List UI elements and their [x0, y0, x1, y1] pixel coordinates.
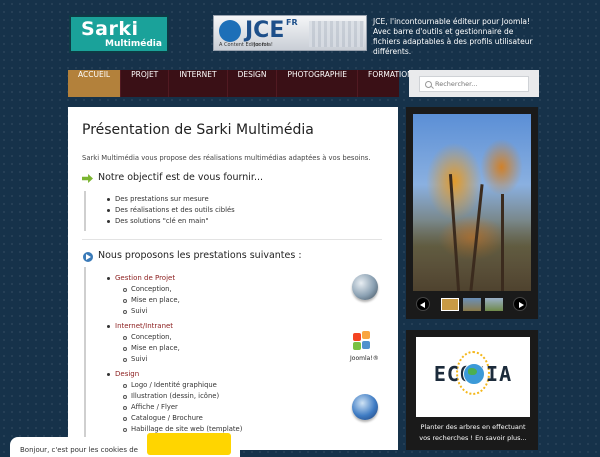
green-arrow-icon	[82, 174, 93, 183]
logo-text-main: Sarki	[81, 18, 139, 40]
service-link-gestion-projet[interactable]: Gestion de Projet	[105, 273, 175, 283]
joomla-label: Joomla!®	[350, 355, 379, 362]
jce-mark-icon	[219, 20, 241, 42]
nav-item-internet[interactable]: INTERNET	[169, 70, 228, 97]
joomla-logo-icon	[353, 331, 379, 353]
nav-item-photographie[interactable]: PHOTOGRAPHIE	[277, 70, 358, 97]
cookie-text: Bonjour, c'est pour les cookies de	[20, 446, 138, 454]
jce-screenshot-pattern	[309, 21, 364, 47]
list-item: Logo / Identité graphique	[121, 380, 242, 391]
jce-joomla: Joomla!	[254, 42, 273, 48]
list-item: Mise en place,	[121, 295, 180, 306]
service-link-design[interactable]: Design	[105, 369, 139, 379]
objective-list: Des prestations sur mesure Des réalisati…	[105, 194, 235, 227]
quote-bar	[84, 267, 86, 450]
list-item: Suivi	[121, 354, 180, 365]
search-input[interactable]	[435, 78, 525, 90]
list-item: Affiche / Flyer	[121, 402, 242, 413]
slider-thumbnail[interactable]	[441, 298, 459, 311]
main-content: Présentation de Sarki Multimédia Sarki M…	[68, 107, 398, 450]
design-globe-icon	[352, 394, 378, 420]
logo-text-sub: Multimédia	[105, 39, 162, 49]
jce-description: JCE, l'incontournable éditeur pour Jooml…	[373, 17, 533, 56]
quote-bar	[84, 191, 86, 231]
list-item: Des solutions "clé en main"	[105, 216, 235, 227]
list-item: Conception,	[121, 332, 180, 343]
list-item: Des réalisations et des outils ciblés	[105, 205, 235, 216]
main-nav: ACCUEIL PROJET INTERNET DESIGN PHOTOGRAP…	[68, 70, 424, 97]
cookie-banner: Bonjour, c'est pour les cookies de	[10, 433, 240, 457]
project-globe-icon	[352, 274, 378, 300]
service-sublist: Conception, Mise en place, Suivi	[121, 284, 180, 317]
search-box[interactable]	[419, 76, 529, 92]
page-title: Présentation de Sarki Multimédia	[82, 122, 314, 138]
nav-item-design[interactable]: DESIGN	[228, 70, 278, 97]
list-item: Suivi	[121, 306, 180, 317]
list-item: Catalogue / Brochure	[121, 413, 242, 424]
service-sublist: Conception, Mise en place, Suivi	[121, 332, 180, 365]
slider-prev-button[interactable]	[416, 297, 430, 311]
jce-fr: FR	[286, 18, 298, 27]
ecosia-link[interactable]: Planter des arbres en effectuant vos rec…	[419, 422, 527, 444]
intro-text: Sarki Multimédia vous propose des réalis…	[82, 154, 371, 162]
nav-item-accueil[interactable]: ACCUEIL	[68, 70, 122, 97]
list-item: Mise en place,	[121, 343, 180, 354]
divider	[82, 239, 382, 240]
objective-heading: Notre objectif est de vous fournir...	[98, 172, 264, 183]
list-item: Conception,	[121, 284, 180, 295]
services-heading: Nous proposons les prestations suivantes…	[98, 250, 302, 261]
site-logo[interactable]: Sarki Multimédia	[69, 15, 169, 53]
globe-icon	[463, 363, 485, 385]
slider-photo[interactable]	[413, 114, 531, 291]
slider-next-button[interactable]	[513, 297, 527, 311]
cookie-accept-button[interactable]	[147, 433, 231, 455]
jce-banner[interactable]: JCE FR A Content Editor for Joomla!	[213, 15, 367, 51]
nav-item-projet[interactable]: PROJET	[121, 70, 170, 97]
blue-arrow-icon	[83, 252, 93, 262]
service-sublist: Logo / Identité graphique Illustration (…	[121, 380, 242, 435]
search-icon	[425, 81, 432, 88]
service-link-internet[interactable]: Internet/Intranet	[105, 321, 173, 331]
slider-thumbnail[interactable]	[485, 298, 503, 311]
slider-thumbnail[interactable]	[463, 298, 481, 311]
list-item: Des prestations sur mesure	[105, 194, 235, 205]
list-item: Illustration (dessin, icône)	[121, 391, 242, 402]
ecosia-logo[interactable]: ECOSIA	[416, 337, 530, 417]
jce-brand: JCE	[245, 18, 285, 43]
